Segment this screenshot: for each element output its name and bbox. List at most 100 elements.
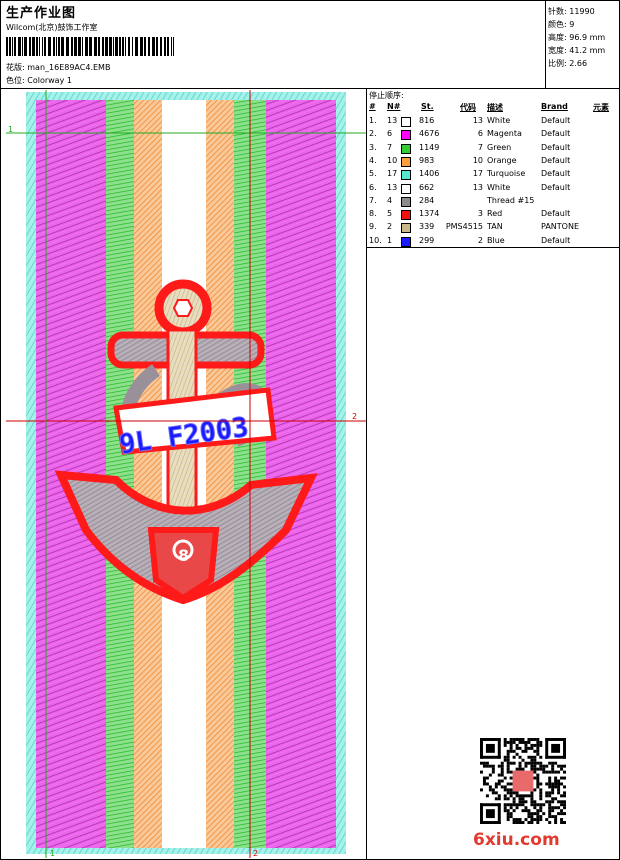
thread-swatch	[401, 210, 411, 221]
row-num: 8.	[369, 209, 377, 219]
qr-module	[551, 764, 555, 768]
design-label: 花版:	[6, 63, 25, 72]
qr-module	[518, 800, 522, 804]
barcode-bar	[115, 37, 118, 56]
qr-module	[560, 776, 564, 780]
marker-label-h2: 2	[352, 412, 357, 421]
qr-module	[536, 746, 540, 750]
qr-module	[533, 800, 537, 804]
design-stats: 针数: 11990 颜色: 9 高度: 96.9 mm 宽度: 41.2 mm …	[548, 5, 605, 70]
row-code: PMS4515	[445, 222, 483, 232]
qr-module	[503, 797, 507, 801]
qr-module	[500, 764, 504, 768]
qr-module	[533, 767, 537, 771]
barcode-bar	[148, 37, 150, 56]
qr-module	[521, 821, 525, 824]
sequence-row: 2. 6 4676 6 Magenta Default	[367, 129, 617, 142]
qr-module	[548, 782, 552, 786]
row-stitches: 1374	[419, 209, 440, 219]
row-desc: TAN	[487, 222, 503, 232]
qr-module	[560, 764, 564, 768]
company-name: Wilcom(北京)鼓饰工作室	[6, 23, 98, 32]
qr-module	[533, 755, 537, 759]
row-brand: Default	[541, 155, 571, 165]
qr-module	[521, 803, 525, 807]
qr-module	[509, 770, 513, 774]
stats-divider	[545, 0, 546, 88]
qr-module	[500, 770, 504, 774]
row-code: 10	[472, 155, 483, 165]
row-num: 1.	[369, 116, 377, 125]
qr-module	[548, 812, 552, 816]
stat-colors: 颜色: 9	[548, 20, 575, 29]
row-code: 13	[472, 182, 483, 192]
qr-module	[545, 755, 566, 759]
qr-module	[527, 738, 531, 741]
qr-module	[488, 788, 492, 792]
barcode-bar	[48, 37, 51, 56]
qr-module	[554, 806, 558, 810]
qr-module	[536, 767, 540, 771]
qr-module	[480, 803, 483, 824]
marker-label-v1: 1	[50, 849, 55, 858]
qr-module	[509, 746, 513, 750]
qr-module	[530, 815, 534, 819]
sequence-row: 7. 4 284 Thread #15	[367, 196, 617, 209]
barcode-bar	[98, 37, 100, 56]
qr-module	[506, 782, 510, 786]
row-num: 6.	[369, 182, 377, 192]
qr-module	[530, 821, 534, 824]
qr-module	[503, 806, 507, 810]
qr-module	[551, 767, 555, 771]
qr-module	[545, 764, 549, 768]
sequence-title: 停止顺序:	[369, 91, 404, 100]
qr-module	[539, 782, 543, 786]
qr-module	[503, 755, 507, 759]
qr-module	[539, 767, 543, 771]
qr-module	[515, 791, 519, 795]
row-stitches: 983	[419, 155, 435, 165]
barcode-bar	[140, 37, 143, 56]
qr-module	[539, 803, 543, 807]
qr-module	[518, 818, 522, 822]
row-brand: Default	[541, 116, 571, 125]
qr-module	[530, 818, 534, 822]
qr-module	[506, 788, 510, 792]
qr-module	[494, 782, 498, 786]
row-n: 5	[387, 209, 393, 219]
qr-module	[515, 752, 519, 756]
row-num: 9.	[369, 222, 377, 232]
qr-module	[482, 779, 486, 783]
row-n: 17	[387, 169, 398, 179]
qr-module	[560, 782, 564, 786]
qr-module	[518, 803, 522, 807]
qr-module	[530, 800, 534, 804]
row-code: 7	[477, 142, 483, 152]
barcode-bar	[53, 37, 55, 56]
barcode-bar	[6, 37, 8, 56]
barcode-bar	[14, 37, 16, 56]
stat-stitches: 针数: 11990	[548, 7, 595, 16]
qr-module	[524, 740, 528, 744]
orange-stripe-right	[206, 100, 234, 848]
qr-module	[509, 803, 513, 807]
qr-module	[503, 738, 507, 741]
qr-module	[515, 794, 519, 798]
qr-module	[509, 791, 513, 795]
qr-module	[518, 797, 522, 801]
qr-module	[560, 794, 564, 798]
qr-module	[509, 743, 513, 747]
qr-module	[563, 812, 566, 816]
qr-module	[512, 797, 516, 801]
qr-module	[563, 764, 566, 768]
qr-module	[491, 767, 495, 771]
qr-module	[563, 791, 566, 795]
qr-module	[533, 818, 537, 822]
qr-module	[548, 761, 552, 765]
qr-module	[503, 785, 507, 789]
qr-module	[542, 767, 546, 771]
sequence-row: 9. 2 339 PMS4515 TAN PANTONE	[367, 222, 617, 235]
qr-module	[548, 803, 552, 807]
qr-module	[497, 738, 501, 759]
row-brand: Default	[541, 169, 571, 179]
